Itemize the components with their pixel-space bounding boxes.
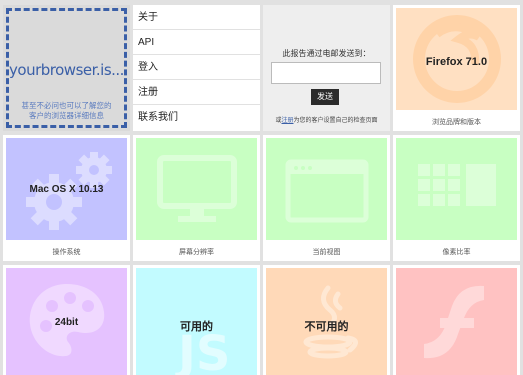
logo-tile[interactable]: yourbrowser.is... 甚至不必问也可以了解您的 客户的浏览器详细信…: [3, 5, 130, 131]
menu-item-about[interactable]: 关于: [133, 5, 260, 30]
grid-icon: [418, 164, 496, 206]
email-note: 或注册为您的客户设置自己的检查页面: [263, 115, 390, 124]
pixel-ratio-label: 像素比率: [442, 248, 471, 256]
color-depth-value: 24bit: [54, 317, 79, 328]
flash-icon: [424, 285, 484, 359]
javascript-value: 可用的: [180, 321, 213, 333]
flash-tile[interactable]: [393, 265, 520, 375]
browser-tile[interactable]: Firefox 71.0 浏览品牌和版本: [393, 5, 520, 131]
java-tile[interactable]: 不可用的: [263, 265, 390, 375]
color-depth-panel: 24bit: [6, 268, 127, 375]
os-tile[interactable]: Mac OS X 10.13 操作系统: [3, 135, 130, 261]
browser-panel: Firefox 71.0: [396, 8, 517, 110]
browser-window-icon: [285, 159, 369, 223]
email-title: 此报告通过电邮发送到：: [282, 49, 371, 58]
pixel-ratio-panel: [396, 138, 517, 240]
viewport-tile[interactable]: 当前视图: [263, 135, 390, 261]
logo-subtitle-line1: 甚至不必问也可以了解您的: [21, 101, 112, 110]
os-value: Mac OS X 10.13: [29, 184, 104, 195]
menu-item-api[interactable]: API: [133, 30, 260, 55]
email-input[interactable]: [271, 62, 381, 84]
color-depth-tile[interactable]: 24bit: [3, 265, 130, 375]
main-menu: 关于 API 登入 注册 联系我们: [133, 5, 260, 131]
viewport-panel: [266, 138, 387, 240]
java-panel: 不可用的: [266, 268, 387, 375]
flash-panel: [396, 268, 517, 375]
os-label: 操作系统: [52, 248, 81, 256]
send-button[interactable]: 发送: [311, 89, 339, 105]
menu-item-login[interactable]: 登入: [133, 55, 260, 80]
browser-value: Firefox 71.0: [425, 56, 488, 68]
logo-subtitle-line2: 客户的浏览器详细信息: [29, 111, 104, 120]
javascript-panel: JS 可用的: [136, 268, 257, 375]
os-panel: Mac OS X 10.13: [6, 138, 127, 240]
logo-text: yourbrowser.is...: [9, 61, 124, 79]
javascript-tile[interactable]: JS 可用的: [133, 265, 260, 375]
logo-subtitle: 甚至不必问也可以了解您的 客户的浏览器详细信息: [9, 101, 124, 121]
resolution-tile[interactable]: 屏幕分辨率: [133, 135, 260, 261]
java-value: 不可用的: [304, 321, 349, 333]
resolution-label: 屏幕分辨率: [179, 248, 214, 256]
register-link[interactable]: 注册: [281, 117, 293, 124]
logo-frame: yourbrowser.is... 甚至不必问也可以了解您的 客户的浏览器详细信…: [6, 8, 127, 128]
viewport-label: 当前视图: [312, 248, 341, 256]
email-report-tile: 此报告通过电邮发送到： 发送 或注册为您的客户设置自己的检查页面: [263, 5, 390, 131]
menu-item-register[interactable]: 注册: [133, 80, 260, 105]
menu-item-contact[interactable]: 联系我们: [133, 105, 260, 130]
browser-label: 浏览品牌和版本: [432, 118, 481, 126]
resolution-panel: [136, 138, 257, 240]
monitor-icon: [157, 155, 237, 222]
email-note-suffix: 为您的客户设置自己的检查页面: [293, 117, 378, 124]
pixel-ratio-tile[interactable]: 像素比率: [393, 135, 520, 261]
